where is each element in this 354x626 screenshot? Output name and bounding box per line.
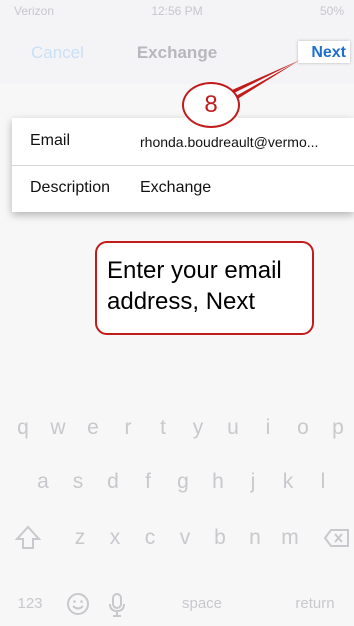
description-row[interactable]: Description Exchange [12,165,354,212]
email-label: Email [30,132,71,149]
numbers-key[interactable]: 123 [10,584,50,624]
keyboard-row-3: z x c v b n m [0,518,354,558]
key-i[interactable]: i [253,408,283,448]
description-label: Description [30,179,111,196]
key-l[interactable]: l [308,462,338,502]
account-form: Email rhonda.boudreault@vermo... Descrip… [12,118,354,212]
emoji-icon [67,593,89,615]
space-key[interactable]: space [150,584,254,624]
key-p[interactable]: p [323,408,353,448]
key-f[interactable]: f [133,462,163,502]
key-a[interactable]: a [28,462,58,502]
key-u[interactable]: u [218,408,248,448]
keyboard-row-1: q w e r t y u i o p [0,408,354,448]
key-h[interactable]: h [203,462,233,502]
key-k[interactable]: k [273,462,303,502]
dictation-key[interactable] [97,584,137,624]
key-o[interactable]: o [288,408,318,448]
key-b[interactable]: b [205,518,235,558]
emoji-key[interactable] [58,584,98,624]
key-w[interactable]: w [43,408,73,448]
delete-key[interactable] [314,518,354,558]
microphone-icon [109,593,125,617]
battery-label: 50% [319,4,344,18]
instruction-text: Enter your email address, Next [107,257,282,315]
key-z[interactable]: z [65,518,95,558]
key-v[interactable]: v [170,518,200,558]
email-row[interactable]: Email rhonda.boudreault@vermo... [12,118,354,166]
description-field[interactable]: Exchange [140,179,211,197]
nav-bar: Cancel Exchange Next [0,22,354,84]
instruction-callout: Enter your email address, Next [95,241,314,335]
screen: Verizon 12:56 PM 50% Cancel Exchange Nex… [0,0,354,626]
keyboard-row-2: a s d f g h j k l [0,462,354,502]
keyboard-row-4: 123 space return [0,584,354,624]
key-r[interactable]: r [113,408,143,448]
key-j[interactable]: j [238,462,268,502]
key-e[interactable]: e [78,408,108,448]
status-bar: Verizon 12:56 PM 50% [0,0,354,22]
keyboard: q w e r t y u i o p a s d f g h j k l z … [0,398,354,626]
key-d[interactable]: d [98,462,128,502]
key-q[interactable]: q [8,408,38,448]
status-time: 12:56 PM [151,4,203,18]
shift-key[interactable] [8,518,48,558]
delete-icon [323,529,349,547]
key-y[interactable]: y [183,408,213,448]
key-s[interactable]: s [63,462,93,502]
step-badge: 8 [182,82,240,128]
email-field[interactable]: rhonda.boudreault@vermo... [140,134,318,150]
return-key[interactable]: return [280,584,350,624]
next-button[interactable]: Next [311,44,346,62]
key-x[interactable]: x [100,518,130,558]
key-t[interactable]: t [148,408,178,448]
key-n[interactable]: n [240,518,270,558]
key-c[interactable]: c [135,518,165,558]
key-m[interactable]: m [275,518,305,558]
key-g[interactable]: g [168,462,198,502]
shift-icon [14,525,42,549]
